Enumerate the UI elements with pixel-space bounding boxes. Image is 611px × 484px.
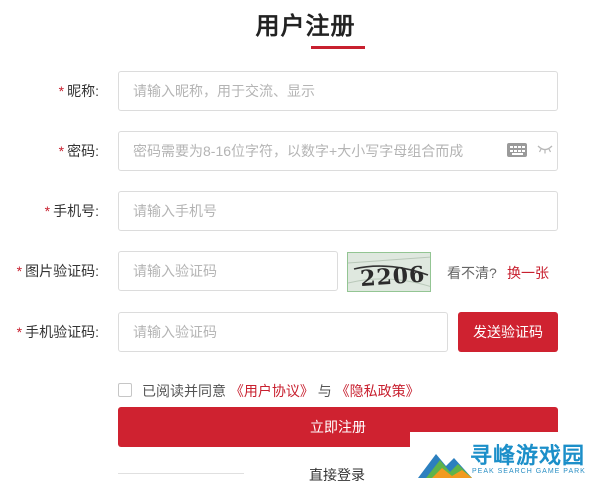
required-mark: * xyxy=(58,143,65,159)
image-code-label-text: 图片验证码: xyxy=(25,263,99,279)
agreement-prefix: 已阅读并同意 xyxy=(142,383,226,399)
sms-code-input[interactable] xyxy=(118,312,448,352)
nickname-label: * 昵称: xyxy=(59,83,99,99)
image-code-input[interactable] xyxy=(118,251,338,291)
direct-login-link[interactable]: 直接登录 xyxy=(309,465,365,484)
phone-input[interactable] xyxy=(118,191,558,231)
keyboard-icon[interactable] xyxy=(507,143,527,157)
unclear-text: 看不清? xyxy=(447,265,497,281)
nickname-label-text: 昵称: xyxy=(67,83,99,99)
agreement-and: 与 xyxy=(317,383,332,399)
phone-label: * 手机号: xyxy=(45,203,99,219)
required-mark: * xyxy=(16,263,23,279)
refresh-captcha-link[interactable]: 换一张 xyxy=(507,263,549,283)
password-label-text: 密码: xyxy=(67,143,99,159)
agreement-checkbox[interactable] xyxy=(118,383,132,397)
image-code-label: * 图片验证码: xyxy=(17,263,99,279)
nickname-input[interactable] xyxy=(118,71,558,111)
sms-code-label-text: 手机验证码: xyxy=(25,324,99,340)
required-mark: * xyxy=(58,83,65,99)
phone-label-text: 手机号: xyxy=(53,203,99,219)
eye-closed-icon[interactable] xyxy=(537,144,553,154)
watermark-subtitle: PEAK SEARCH GAME PARK xyxy=(472,468,586,475)
page-title: 用户注册 xyxy=(255,13,356,40)
privacy-policy-link[interactable]: 《隐私政策》 xyxy=(336,383,420,399)
required-mark: * xyxy=(44,203,51,219)
title-underline xyxy=(311,46,365,49)
sms-code-label: * 手机验证码: xyxy=(17,324,99,340)
watermark-name: 寻峰游戏园 xyxy=(470,443,586,468)
divider xyxy=(118,473,244,474)
user-agreement-link[interactable]: 《用户协议》 xyxy=(230,383,314,399)
agreement-text: 已阅读并同意 《用户协议》 与 《隐私政策》 xyxy=(142,381,420,401)
password-label: * 密码: xyxy=(59,143,99,159)
captcha-image[interactable]: 2206 xyxy=(347,252,431,292)
send-code-button[interactable]: 发送验证码 xyxy=(458,312,558,352)
password-input[interactable] xyxy=(118,131,558,171)
required-mark: * xyxy=(16,324,23,340)
watermark: 寻峰游戏园 PEAK SEARCH GAME PARK xyxy=(410,432,611,484)
mountain-logo-icon xyxy=(418,454,472,478)
captcha-text: 2206 xyxy=(359,262,426,292)
